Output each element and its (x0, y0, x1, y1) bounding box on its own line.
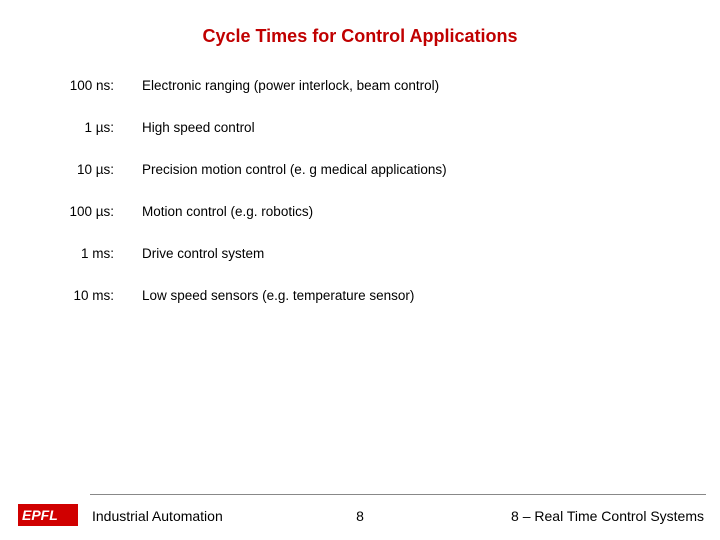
footer-divider (90, 494, 706, 495)
cycle-time-desc: Low speed sensors (e.g. temperature sens… (120, 288, 670, 303)
cycle-time-value: 10 ms: (50, 288, 120, 303)
slide-footer: EPFL Industrial Automation 8 8 – Real Ti… (0, 494, 720, 528)
table-row: 10 µs: Precision motion control (e. g me… (50, 162, 670, 177)
table-row: 1 µs: High speed control (50, 120, 670, 135)
footer-right-text: 8 – Real Time Control Systems (511, 508, 704, 524)
cycle-time-desc: Drive control system (120, 246, 670, 261)
cycle-times-table: 100 ns: Electronic ranging (power interl… (50, 78, 670, 330)
cycle-time-value: 100 µs: (50, 204, 120, 219)
cycle-time-desc: Motion control (e.g. robotics) (120, 204, 670, 219)
cycle-time-desc: High speed control (120, 120, 670, 135)
cycle-time-value: 100 ns: (50, 78, 120, 93)
cycle-time-value: 1 µs: (50, 120, 120, 135)
table-row: 10 ms: Low speed sensors (e.g. temperatu… (50, 288, 670, 303)
cycle-time-desc: Precision motion control (e. g medical a… (120, 162, 670, 177)
table-row: 1 ms: Drive control system (50, 246, 670, 261)
slide-title: Cycle Times for Control Applications (0, 26, 720, 47)
table-row: 100 ns: Electronic ranging (power interl… (50, 78, 670, 93)
table-row: 100 µs: Motion control (e.g. robotics) (50, 204, 670, 219)
cycle-time-value: 10 µs: (50, 162, 120, 177)
cycle-time-desc: Electronic ranging (power interlock, bea… (120, 78, 670, 93)
cycle-time-value: 1 ms: (50, 246, 120, 261)
slide: Cycle Times for Control Applications 100… (0, 0, 720, 540)
